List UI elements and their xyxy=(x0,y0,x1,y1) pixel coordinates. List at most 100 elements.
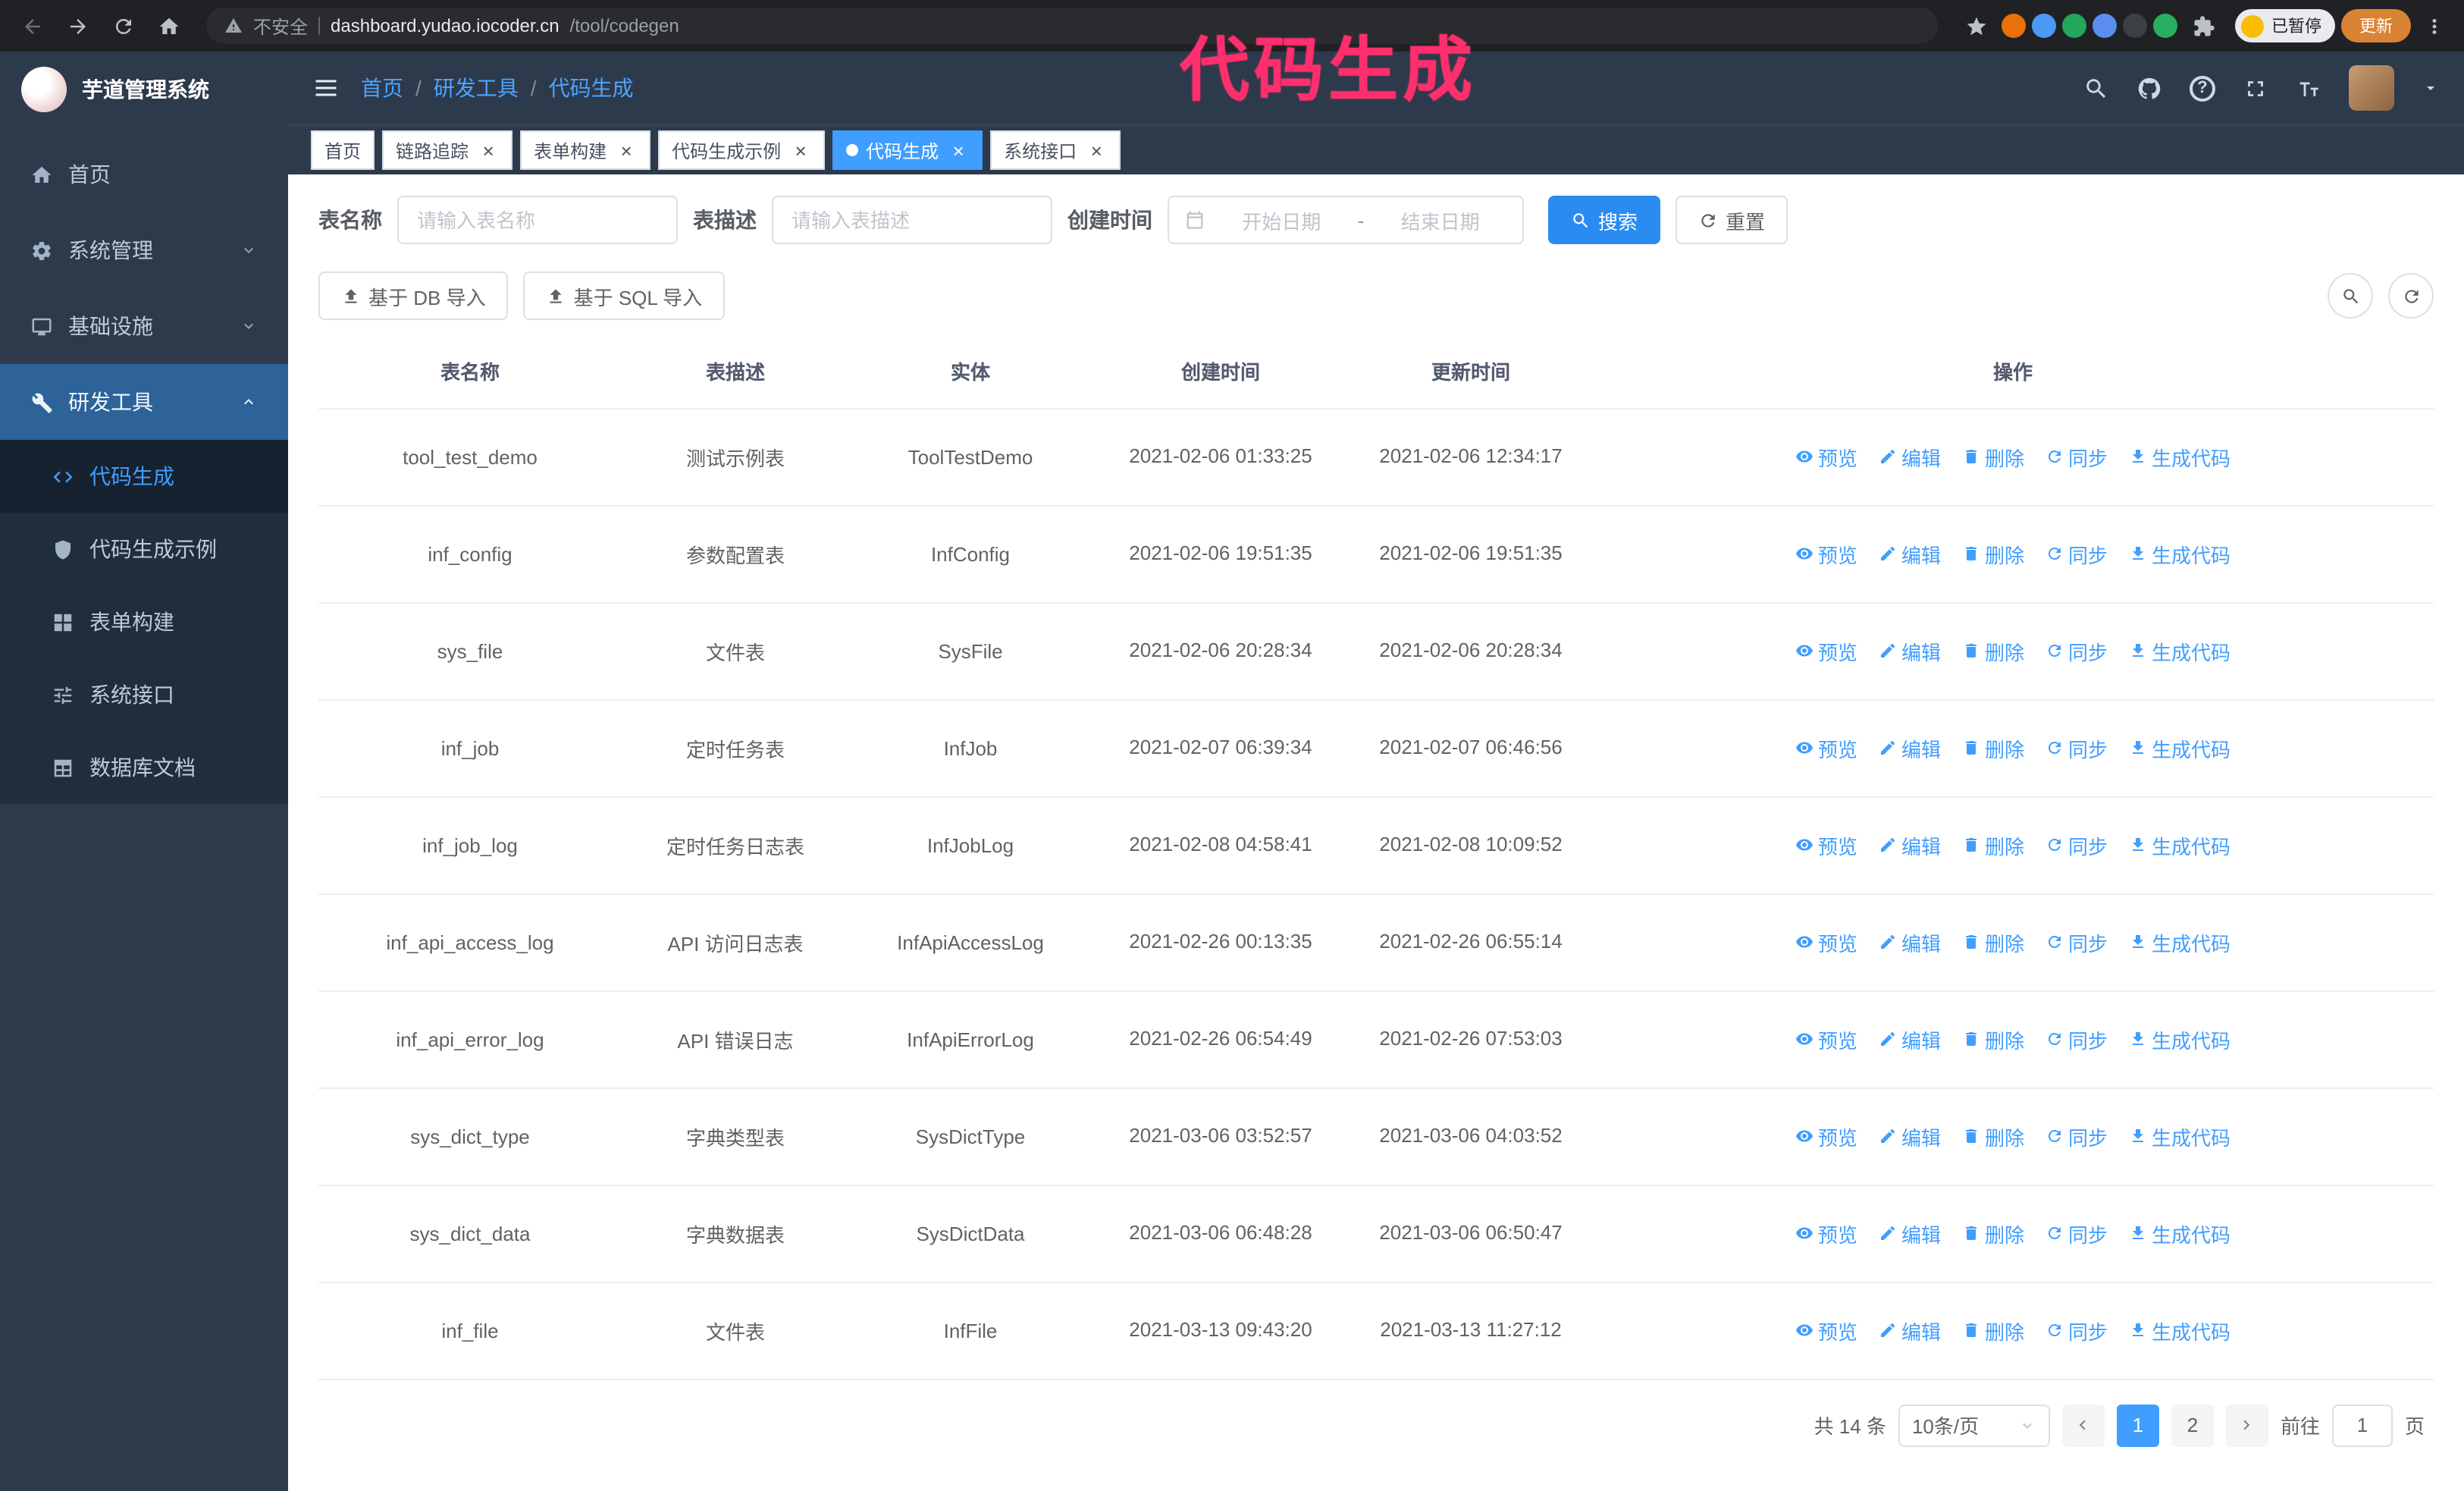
import-db-button[interactable]: 基于 DB 导入 xyxy=(318,272,509,320)
row-action-preview[interactable]: 预览 xyxy=(1795,830,1857,859)
row-action-delete[interactable]: 删除 xyxy=(1962,1316,2024,1345)
sidebar-item-form-builder[interactable]: 表单构建 xyxy=(0,585,288,658)
row-action-preview[interactable]: 预览 xyxy=(1795,1025,1857,1053)
row-action-delete[interactable]: 删除 xyxy=(1962,1122,2024,1150)
extension-icon-orange[interactable] xyxy=(2002,14,2026,38)
row-action-delete[interactable]: 删除 xyxy=(1962,539,2024,568)
row-action-edit[interactable]: 编辑 xyxy=(1879,928,1941,956)
breadcrumb-item[interactable]: 研发工具 xyxy=(434,73,519,103)
browser-menu-icon[interactable] xyxy=(2417,14,2452,37)
row-action-generate[interactable]: 生成代码 xyxy=(2129,636,2230,665)
sidebar-item-home[interactable]: 首页 xyxy=(0,137,288,212)
row-action-sync[interactable]: 同步 xyxy=(2045,1025,2108,1053)
row-action-generate[interactable]: 生成代码 xyxy=(2129,830,2230,859)
sidebar-item-devtools[interactable]: 研发工具 xyxy=(0,364,288,440)
row-action-generate[interactable]: 生成代码 xyxy=(2129,442,2230,471)
table-desc-input[interactable] xyxy=(772,196,1052,244)
sidebar-item-infra[interactable]: 基础设施 xyxy=(0,288,288,364)
header-search-icon[interactable] xyxy=(2083,75,2109,101)
extension-icon-green[interactable] xyxy=(2062,14,2086,38)
row-action-delete[interactable]: 删除 xyxy=(1962,928,2024,956)
row-action-generate[interactable]: 生成代码 xyxy=(2129,539,2230,568)
row-action-delete[interactable]: 删除 xyxy=(1962,733,2024,762)
github-icon[interactable] xyxy=(2136,75,2162,101)
row-action-sync[interactable]: 同步 xyxy=(2045,928,2108,956)
fullscreen-icon[interactable] xyxy=(2243,75,2268,101)
app-logo[interactable]: 芋道管理系统 xyxy=(0,52,288,127)
browser-refresh-icon[interactable] xyxy=(103,6,143,46)
row-action-edit[interactable]: 编辑 xyxy=(1879,1219,1941,1248)
row-action-generate[interactable]: 生成代码 xyxy=(2129,1122,2230,1150)
row-action-preview[interactable]: 预览 xyxy=(1795,928,1857,956)
sidebar-item-db-doc[interactable]: 数据库文档 xyxy=(0,731,288,804)
tag-form-builder[interactable]: 表单构建 × xyxy=(520,130,651,170)
row-action-delete[interactable]: 删除 xyxy=(1962,1219,2024,1248)
row-action-sync[interactable]: 同步 xyxy=(2045,1219,2108,1248)
row-action-edit[interactable]: 编辑 xyxy=(1879,1025,1941,1053)
tag-close-icon[interactable]: × xyxy=(616,140,637,161)
table-name-input[interactable] xyxy=(397,196,678,244)
address-bar[interactable]: 不安全 dashboard.yudao.iocoder.cn/tool/code… xyxy=(206,8,1938,44)
row-action-preview[interactable]: 预览 xyxy=(1795,1316,1857,1345)
row-action-sync[interactable]: 同步 xyxy=(2045,1316,2108,1345)
row-action-sync[interactable]: 同步 xyxy=(2045,636,2108,665)
sidebar-item-codegen-example[interactable]: 代码生成示例 xyxy=(0,513,288,585)
row-action-sync[interactable]: 同步 xyxy=(2045,442,2108,471)
extension-icon-blue[interactable] xyxy=(2032,14,2056,38)
extensions-puzzle-icon[interactable] xyxy=(2183,6,2223,46)
user-menu-caret-icon[interactable] xyxy=(2422,79,2440,97)
goto-page-input[interactable] xyxy=(2331,1404,2393,1446)
extension-icon-people[interactable] xyxy=(2093,14,2117,38)
toggle-search-button[interactable] xyxy=(2328,273,2373,319)
row-action-preview[interactable]: 预览 xyxy=(1795,442,1857,471)
tag-close-icon[interactable]: × xyxy=(948,140,969,161)
row-action-preview[interactable]: 预览 xyxy=(1795,1219,1857,1248)
next-page-button[interactable] xyxy=(2225,1404,2268,1446)
page-button-2[interactable]: 2 xyxy=(2171,1404,2214,1446)
row-action-delete[interactable]: 删除 xyxy=(1962,1025,2024,1053)
row-action-preview[interactable]: 预览 xyxy=(1795,733,1857,762)
extension-icon-leaf[interactable] xyxy=(2153,14,2177,38)
row-action-sync[interactable]: 同步 xyxy=(2045,830,2108,859)
row-action-generate[interactable]: 生成代码 xyxy=(2129,928,2230,956)
row-action-edit[interactable]: 编辑 xyxy=(1879,442,1941,471)
row-action-edit[interactable]: 编辑 xyxy=(1879,733,1941,762)
browser-back-icon[interactable] xyxy=(12,6,52,46)
import-sql-button[interactable]: 基于 SQL 导入 xyxy=(523,272,726,320)
row-action-sync[interactable]: 同步 xyxy=(2045,539,2108,568)
tag-codegen[interactable]: 代码生成 × xyxy=(832,130,983,170)
search-button[interactable]: 搜索 xyxy=(1548,196,1661,244)
row-action-edit[interactable]: 编辑 xyxy=(1879,830,1941,859)
tag-api[interactable]: 系统接口 × xyxy=(990,130,1121,170)
row-action-delete[interactable]: 删除 xyxy=(1962,442,2024,471)
row-action-edit[interactable]: 编辑 xyxy=(1879,539,1941,568)
bookmark-star-icon[interactable] xyxy=(1956,6,1995,46)
tag-close-icon[interactable]: × xyxy=(478,140,499,161)
breadcrumb-item[interactable]: 代码生成 xyxy=(549,73,634,103)
prev-page-button[interactable] xyxy=(2061,1404,2105,1446)
browser-forward-icon[interactable] xyxy=(58,6,97,46)
row-action-generate[interactable]: 生成代码 xyxy=(2129,1025,2230,1053)
row-action-preview[interactable]: 预览 xyxy=(1795,539,1857,568)
tag-close-icon[interactable]: × xyxy=(790,140,811,161)
tag-codegen-example[interactable]: 代码生成示例 × xyxy=(658,130,826,170)
breadcrumb-item[interactable]: 首页 xyxy=(361,73,403,103)
reset-button[interactable]: 重置 xyxy=(1676,196,1788,244)
sidebar-item-api[interactable]: 系统接口 xyxy=(0,658,288,731)
extension-icon-dark[interactable] xyxy=(2123,14,2147,38)
row-action-sync[interactable]: 同步 xyxy=(2045,733,2108,762)
hamburger-menu-icon[interactable] xyxy=(312,74,340,102)
sidebar-item-system[interactable]: 系统管理 xyxy=(0,212,288,288)
row-action-delete[interactable]: 删除 xyxy=(1962,636,2024,665)
profile-paused-chip[interactable]: 已暂停 xyxy=(2235,9,2335,42)
user-avatar[interactable] xyxy=(2349,65,2394,111)
row-action-generate[interactable]: 生成代码 xyxy=(2129,1219,2230,1248)
tag-close-icon[interactable]: × xyxy=(1086,140,1107,161)
row-action-generate[interactable]: 生成代码 xyxy=(2129,733,2230,762)
row-action-delete[interactable]: 删除 xyxy=(1962,830,2024,859)
create-time-range-picker[interactable]: 开始日期 - 结束日期 xyxy=(1168,196,1524,244)
row-action-sync[interactable]: 同步 xyxy=(2045,1122,2108,1150)
refresh-table-button[interactable] xyxy=(2388,273,2434,319)
row-action-edit[interactable]: 编辑 xyxy=(1879,636,1941,665)
row-action-edit[interactable]: 编辑 xyxy=(1879,1122,1941,1150)
